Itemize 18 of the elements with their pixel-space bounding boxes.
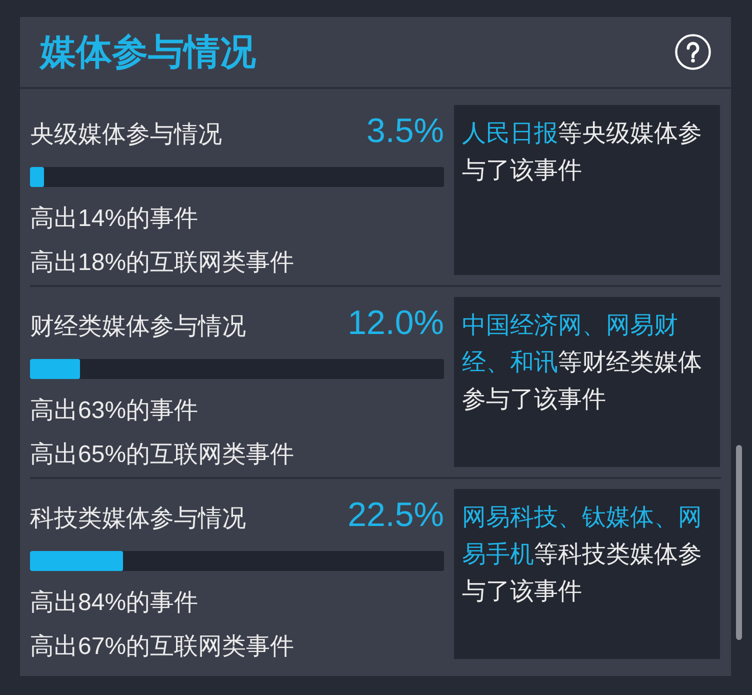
percentage-value: 3.5% [366,113,444,149]
media-category-title: 财经类媒体参与情况 [30,312,246,342]
comparison-text: 高出14%的事件 [30,204,200,234]
description-text: 网易科技、钛媒体、网易手机等科技类媒体参与了该事件 [462,503,703,607]
comparison-text: 高出18%的互联网类事件 [30,248,296,278]
scrollbar-thumb[interactable] [736,445,742,640]
description-text: 中国经济网、网易财经、和讯等财经类媒体参与了该事件 [462,311,703,415]
media-category-title: 科技类媒体参与情况 [30,504,246,534]
comparison-text: 高出67%的互联网类事件 [30,632,296,662]
percentage-value: 12.0% [348,305,444,341]
description-text: 人民日报等央级媒体参与了该事件 [462,119,703,186]
percentage-value: 22.5% [348,497,444,533]
media-category-title: 央级媒体参与情况 [30,120,222,150]
panel-title: 媒体参与情况 [40,30,256,74]
comparison-text: 高出65%的互联网类事件 [30,440,296,470]
help-icon[interactable] [675,34,711,70]
comparison-text: 高出63%的事件 [30,396,200,426]
comparison-text: 高出84%的事件 [30,588,200,618]
